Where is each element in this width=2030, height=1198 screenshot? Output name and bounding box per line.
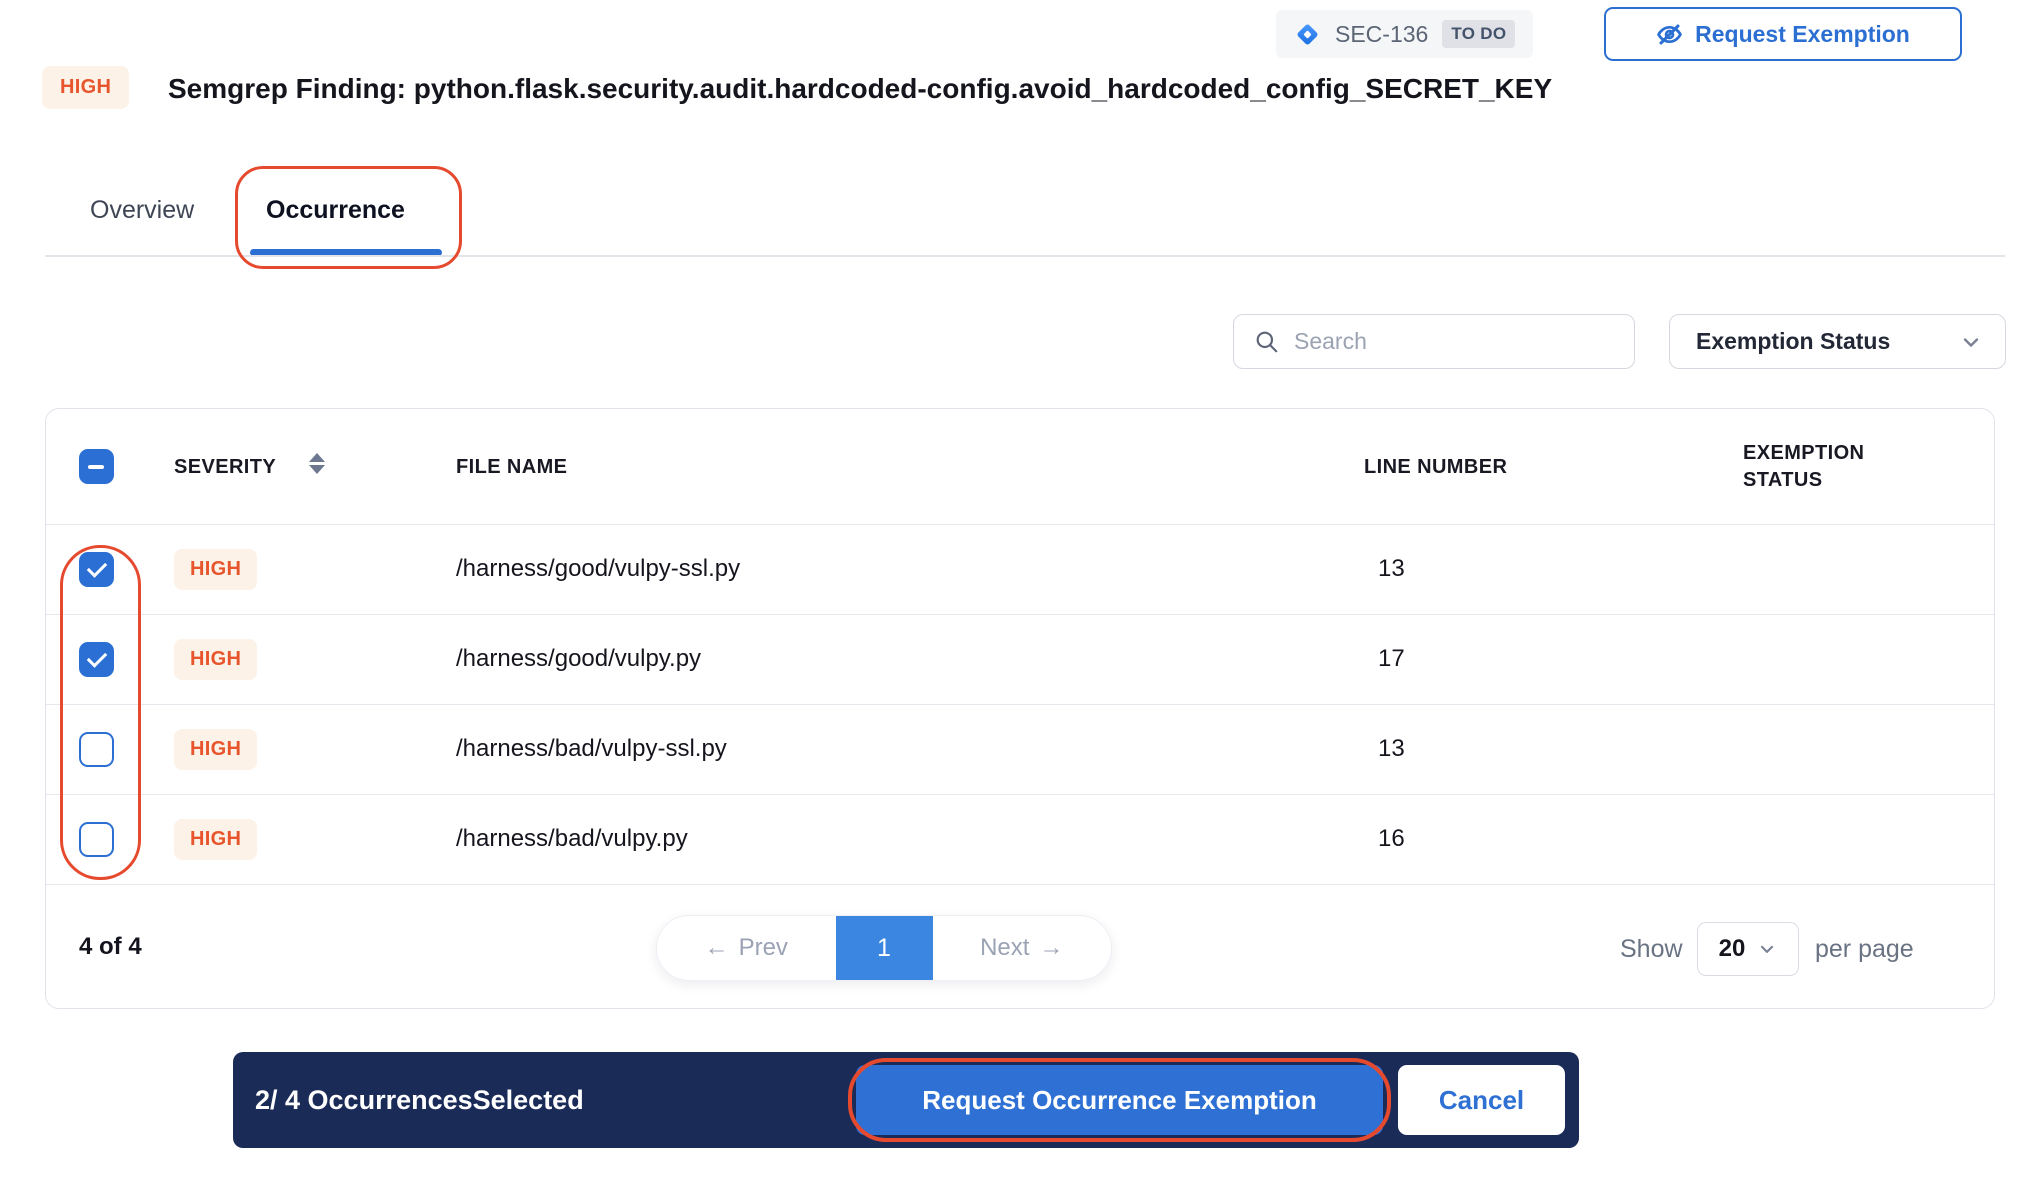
next-page-button[interactable]: Next → [933,916,1112,980]
row-file-name: /harness/bad/vulpy.py [456,825,688,853]
cancel-button[interactable]: Cancel [1398,1065,1565,1135]
row-checkbox[interactable] [79,732,114,767]
current-page-button[interactable]: 1 [836,916,933,980]
eye-off-icon [1656,21,1683,48]
select-all-checkbox[interactable] [79,449,114,484]
pagination-range-label: 4 of 4 [79,933,142,961]
table-row: HIGH /harness/good/vulpy-ssl.py 13 [46,524,1994,614]
search-input-wrapper [1233,314,1635,369]
request-exemption-button[interactable]: Request Exemption [1604,7,1962,61]
row-checkbox[interactable] [79,822,114,857]
jira-ticket-badge[interactable]: SEC-136 TO DO [1276,10,1533,58]
row-checkbox[interactable] [79,552,114,587]
row-line-number: 17 [1378,645,1405,673]
row-severity-badge: HIGH [174,639,257,680]
finding-severity-badge: HIGH [42,66,129,109]
row-severity-badge: HIGH [174,819,257,860]
row-file-name: /harness/bad/vulpy-ssl.py [456,735,727,763]
page-size-select[interactable]: 20 [1697,922,1799,976]
jira-issue-key: SEC-136 [1335,21,1428,48]
table-header-row: SEVERITY FILE NAME LINE NUMBER EXEMPTION… [46,409,1994,524]
search-input[interactable] [1294,328,1614,355]
chevron-down-icon [1757,939,1777,959]
row-line-number: 16 [1378,825,1405,853]
column-header-line-number: LINE NUMBER [1364,456,1507,479]
pager: ← Prev 1 Next → [656,915,1112,981]
page-size-value: 20 [1719,935,1746,963]
selection-action-bar: 2/ 4 OccurrencesSelected Request Occurre… [233,1052,1579,1148]
request-exemption-label: Request Exemption [1695,21,1910,48]
next-label: Next [980,934,1029,962]
row-file-name: /harness/good/vulpy-ssl.py [456,555,740,583]
chevron-down-icon [1959,330,1983,354]
row-severity-badge: HIGH [174,549,257,590]
jira-icon [1294,21,1321,48]
per-page-label: per page [1815,935,1914,964]
row-line-number: 13 [1378,555,1405,583]
tab-overview[interactable]: Overview [90,196,194,225]
prev-page-button[interactable]: ← Prev [657,916,836,980]
table-row: HIGH /harness/bad/vulpy.py 16 [46,794,1994,884]
table-row: HIGH /harness/bad/vulpy-ssl.py 13 [46,704,1994,794]
column-header-severity[interactable]: SEVERITY [174,456,276,479]
exemption-status-filter-label: Exemption Status [1696,328,1890,355]
table-body: HIGH /harness/good/vulpy-ssl.py 13 HIGH … [46,524,1994,884]
tab-occurrence[interactable]: Occurrence [266,196,405,225]
show-label: Show [1620,935,1683,964]
jira-status-badge: TO DO [1442,20,1515,48]
table-pagination-row: 4 of 4 ← Prev 1 Next → Show 20 per page [46,884,1994,1010]
left-arrow-icon: ← [705,934,729,962]
row-line-number: 13 [1378,735,1405,763]
column-header-exemption-status: EXEMPTION STATUS [1743,440,1913,494]
search-icon [1254,329,1280,355]
exemption-status-filter[interactable]: Exemption Status [1669,314,2006,369]
occurrences-table: SEVERITY FILE NAME LINE NUMBER EXEMPTION… [45,408,1995,1009]
prev-label: Prev [739,934,788,962]
column-header-file-name: FILE NAME [456,456,567,479]
sort-icon[interactable] [309,453,325,474]
row-checkbox[interactable] [79,642,114,677]
right-arrow-icon: → [1039,934,1063,962]
row-severity-badge: HIGH [174,729,257,770]
row-file-name: /harness/good/vulpy.py [456,645,701,673]
selection-summary: 2/ 4 OccurrencesSelected [255,1085,584,1116]
tabs-divider [45,255,2005,257]
request-occurrence-exemption-button[interactable]: Request Occurrence Exemption [856,1065,1383,1135]
table-row: HIGH /harness/good/vulpy.py 17 [46,614,1994,704]
page-title: Semgrep Finding: python.flask.security.a… [168,73,1552,105]
